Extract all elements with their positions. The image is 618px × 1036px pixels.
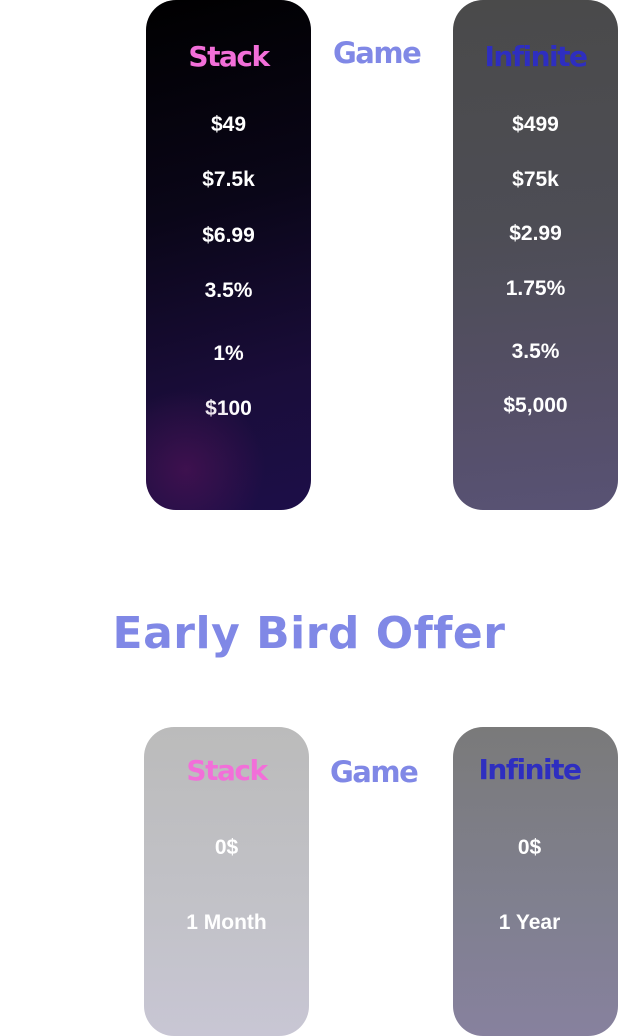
infinite-value-5: 3.5% <box>511 340 560 363</box>
stack-plan-title: Stack <box>188 40 270 73</box>
infinite-plan-title: Infinite <box>484 40 588 73</box>
stack-offer-duration: 1 Month <box>186 911 267 934</box>
infinite-value-3: $2.99 <box>509 222 562 245</box>
stack-offer-title: Stack <box>186 754 268 787</box>
infinite-offer-duration: 1 Year <box>498 911 561 934</box>
stack-value-5: 1% <box>213 342 244 365</box>
offer-game-label: Game <box>330 755 419 789</box>
infinite-offer-price: 0$ <box>517 836 542 859</box>
infinite-value-1: $499 <box>512 113 559 136</box>
infinite-plan-card[interactable]: Infinite $499 $75k $2.99 1.75% 3.5% $5,0… <box>453 0 618 510</box>
infinite-offer-card[interactable]: Infinite 0$ 1 Year <box>453 727 618 1036</box>
stack-offer-price: 0$ <box>214 836 239 859</box>
stack-offer-card[interactable]: Stack 0$ 1 Month <box>144 727 309 1036</box>
game-label: Game <box>333 36 422 70</box>
infinite-value-2: $75k <box>512 168 559 191</box>
stack-value-4: 3.5% <box>204 279 253 302</box>
infinite-value-4: 1.75% <box>505 277 566 300</box>
infinite-value-6: $5,000 <box>503 394 568 417</box>
stack-value-1: $49 <box>210 113 247 136</box>
infinite-offer-title: Infinite <box>478 753 582 786</box>
stack-value-2: $7.5k <box>202 168 255 191</box>
stack-value-3: $6.99 <box>202 224 255 247</box>
stack-value-6: $100 <box>205 397 252 420</box>
early-bird-heading: Early Bird Offer <box>112 608 506 659</box>
stack-plan-card[interactable]: Stack $49 $7.5k $6.99 3.5% 1% $100 <box>146 0 311 510</box>
